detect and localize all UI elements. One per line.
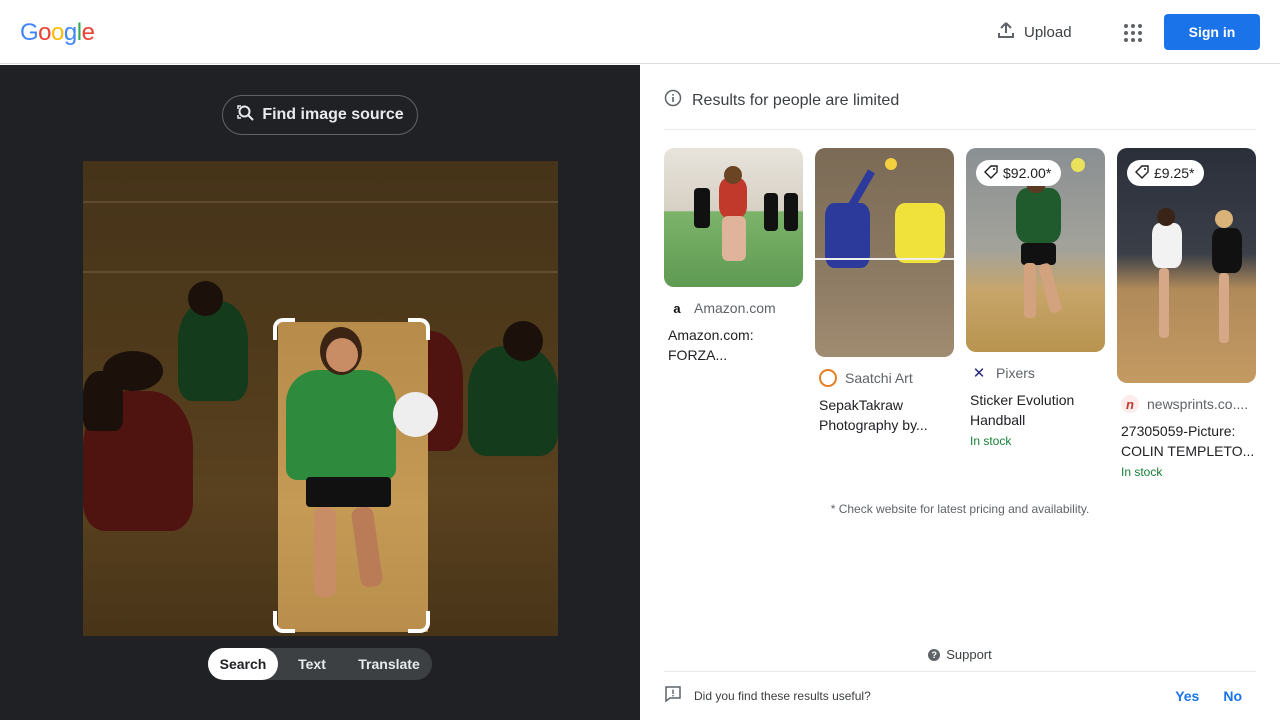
result-title-line: FORZA... — [668, 347, 728, 363]
result-source-name: newsprints.co.... — [1147, 396, 1249, 412]
result-title-line: Photography by... — [819, 417, 928, 433]
result-title-line: COLIN TEMPLETO... — [1121, 443, 1255, 459]
result-title-line: Sticker Evolution — [970, 392, 1075, 408]
feedback-bar: Did you find these results useful? Yes N… — [664, 685, 1256, 706]
result-card[interactable]: $92.00* ✕ Pixers Sticker Evolution Handb… — [966, 148, 1105, 448]
crop-handle-bottom-right[interactable] — [408, 611, 430, 633]
find-image-source-label: Find image source — [262, 106, 404, 123]
result-source: n newsprints.co.... — [1117, 395, 1256, 413]
saatchi-icon — [819, 369, 837, 387]
crop-region[interactable] — [278, 322, 438, 632]
sign-in-button[interactable]: Sign in — [1164, 14, 1260, 50]
results-pane: Results for people are limited a Amazon.… — [640, 65, 1280, 720]
result-card[interactable]: Saatchi Art SepakTakraw Photography by..… — [815, 148, 954, 435]
notice-text: Results for people are limited — [692, 91, 900, 109]
pricing-disclaimer: * Check website for latest pricing and a… — [830, 502, 1090, 516]
result-thumbnail[interactable] — [815, 148, 954, 357]
info-icon — [664, 89, 682, 112]
result-thumbnail[interactable] — [664, 148, 803, 287]
limited-results-notice: Results for people are limited — [664, 89, 899, 112]
logo-letter: e — [81, 19, 95, 46]
feedback-question: Did you find these results useful? — [694, 688, 871, 703]
upload-label: Upload — [1024, 23, 1072, 41]
price-value: £9.25* — [1154, 165, 1195, 181]
result-source-name: Saatchi Art — [845, 370, 913, 386]
stock-status: In stock — [970, 434, 1012, 448]
result-title-line: Handball — [970, 412, 1026, 428]
result-thumbnail[interactable]: £9.25* — [1117, 148, 1256, 383]
support-label: Support — [946, 647, 992, 662]
logo-letter: o — [38, 19, 52, 46]
mode-translate-tab[interactable]: Translate — [346, 648, 432, 680]
google-logo[interactable]: Google — [20, 19, 95, 47]
feedback-yes-button[interactable]: Yes — [1163, 688, 1211, 704]
crop-handle-top-left[interactable] — [273, 318, 295, 340]
crop-handle-bottom-left[interactable] — [273, 611, 295, 633]
logo-letter: g — [63, 19, 77, 46]
result-source: Saatchi Art — [815, 369, 954, 387]
result-source: ✕ Pixers — [966, 364, 1105, 382]
crop-handle-top-right[interactable] — [408, 318, 430, 340]
header: Google Upload Sign in — [0, 0, 1280, 64]
lens-search-icon — [236, 103, 256, 128]
image-viewer-pane: Find image source — [0, 65, 640, 720]
amazon-icon: a — [668, 299, 686, 317]
logo-letter: o — [51, 19, 64, 46]
pixers-icon: ✕ — [972, 365, 986, 382]
stock-status: In stock — [1121, 465, 1163, 479]
result-title-line: SepakTakraw — [819, 397, 904, 413]
divider — [664, 129, 1256, 130]
find-image-source-button[interactable]: Find image source — [222, 95, 418, 135]
result-title[interactable]: Sticker Evolution Handball — [966, 390, 1105, 430]
divider — [664, 671, 1256, 672]
logo-letter: G — [20, 19, 39, 46]
result-title-line: 27305059-Picture: — [1121, 423, 1236, 439]
result-title[interactable]: 27305059-Picture: COLIN TEMPLETO... — [1117, 421, 1256, 461]
result-title[interactable]: Amazon.com: FORZA... — [664, 325, 803, 365]
result-source: a Amazon.com — [664, 299, 803, 317]
help-icon: ? — [928, 648, 941, 661]
mode-text-tab[interactable]: Text — [278, 648, 346, 680]
upload-button[interactable]: Upload — [986, 14, 1082, 50]
support-link[interactable]: ? Support — [640, 647, 1280, 662]
result-thumbnail[interactable]: $92.00* — [966, 148, 1105, 352]
price-tag-icon — [984, 164, 998, 182]
feedback-no-button[interactable]: No — [1211, 688, 1256, 704]
apps-grid-icon[interactable] — [1116, 16, 1148, 48]
result-source-name: Pixers — [996, 365, 1035, 381]
query-image[interactable] — [83, 161, 558, 636]
newsprints-icon: n — [1121, 395, 1139, 413]
upload-icon — [996, 20, 1016, 44]
result-title-line: Amazon.com: — [668, 327, 754, 343]
price-badge: $92.00* — [976, 160, 1062, 186]
feedback-icon — [664, 685, 682, 706]
price-badge: £9.25* — [1127, 160, 1205, 186]
result-source-name: Amazon.com — [694, 300, 776, 316]
price-value: $92.00* — [1003, 165, 1052, 181]
result-card[interactable]: a Amazon.com Amazon.com: FORZA... — [664, 148, 803, 365]
mode-search-tab[interactable]: Search — [208, 648, 278, 680]
result-title[interactable]: SepakTakraw Photography by... — [815, 395, 954, 435]
mode-switcher: Search Text Translate — [208, 648, 432, 680]
result-card[interactable]: £9.25* n newsprints.co.... 27305059-Pict… — [1117, 148, 1256, 479]
price-tag-icon — [1135, 164, 1149, 182]
